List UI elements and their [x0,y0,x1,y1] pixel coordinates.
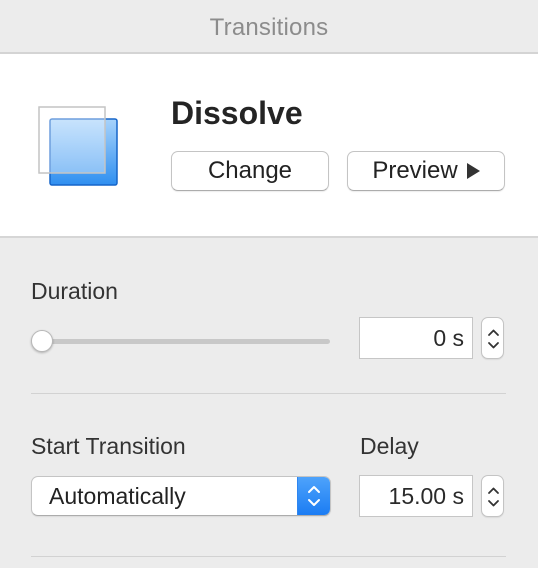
delay-stepper[interactable] [481,475,504,517]
panel-title: Transitions [209,14,329,41]
duration-label: Duration [31,278,118,304]
duration-input[interactable]: 0 s [359,317,473,359]
section-divider [31,393,506,394]
delay-input[interactable]: 15.00 s [359,475,473,517]
section-divider [31,556,506,557]
transition-header: Dissolve Change Preview [0,54,538,238]
start-transition-label: Start Transition [31,433,186,459]
play-triangle-icon [466,163,480,179]
transitions-inspector-panel: Transitions Dissolve Change Preview Dura… [0,0,538,568]
panel-title-bar: Transitions [0,0,538,54]
change-button[interactable]: Change [171,151,329,191]
change-button-label: Change [207,157,293,184]
dissolve-thumbnail-icon [38,106,120,188]
popup-up-down-arrows-icon [297,477,330,515]
preview-button-label: Preview [372,157,458,184]
duration-slider-knob[interactable] [31,330,53,352]
duration-slider-track[interactable] [33,339,330,344]
delay-label: Delay [360,433,419,459]
duration-stepper[interactable] [481,317,504,359]
start-transition-value: Automatically [49,483,186,509]
preview-button[interactable]: Preview [347,151,505,191]
transition-name: Dissolve [171,95,303,131]
start-transition-popup[interactable]: Automatically [31,476,331,516]
